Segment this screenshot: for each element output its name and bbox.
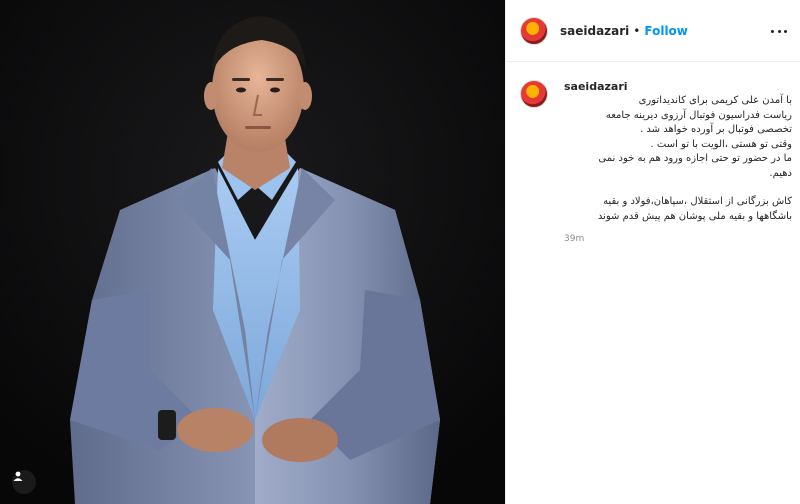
caption-body: saeidazari با آمدن علی کریمی برای کاندید…: [564, 80, 792, 244]
caption-line: ما در حضور تو حتی اجازه ورود هم به خود ن…: [598, 153, 792, 164]
caption-line: وقتی تو هستی ،الویت با تو است .: [650, 138, 792, 150]
post-timestamp[interactable]: 39m: [564, 234, 792, 244]
caption-username[interactable]: saeidazari: [564, 80, 792, 93]
caption-line: دهیم.: [769, 167, 792, 179]
caption-line: ریاست فدراسیون فوتبال آرزوی دیرینه جامعه: [605, 109, 792, 121]
post-sidebar: saeidazari • Follow saeidazari با آمدن ع…: [505, 0, 800, 504]
profile-avatar-icon[interactable]: [520, 16, 548, 45]
user-tag-icon: [13, 471, 23, 481]
caption-text: با آمدن علی کریمی برای کاندیداتوری ریاست…: [564, 94, 792, 224]
caption-line: کاش بزرگانی از استقلال ،سپاهان،فولاد و ب…: [603, 196, 792, 207]
username-link[interactable]: saeidazari: [560, 24, 629, 38]
post-header: saeidazari • Follow: [506, 0, 800, 62]
caption-line: با آمدن علی کریمی برای کاندیداتوری: [638, 95, 792, 106]
man-in-suit-photo: [0, 0, 505, 504]
user-tag-button[interactable]: [12, 470, 36, 494]
caption-line: تخصصی فوتبال بر آورده خواهد شد .: [640, 124, 792, 135]
instagram-post: saeidazari • Follow saeidazari با آمدن ع…: [0, 0, 800, 504]
caption-line: باشگاهها و بقیه ملی پوشان هم پیش قدم شون…: [597, 210, 792, 222]
separator-dot: •: [633, 23, 641, 38]
caption-avatar-icon[interactable]: [520, 80, 548, 108]
follow-button[interactable]: Follow: [644, 24, 688, 38]
post-photo[interactable]: [0, 0, 505, 504]
more-options-icon[interactable]: [771, 24, 787, 38]
